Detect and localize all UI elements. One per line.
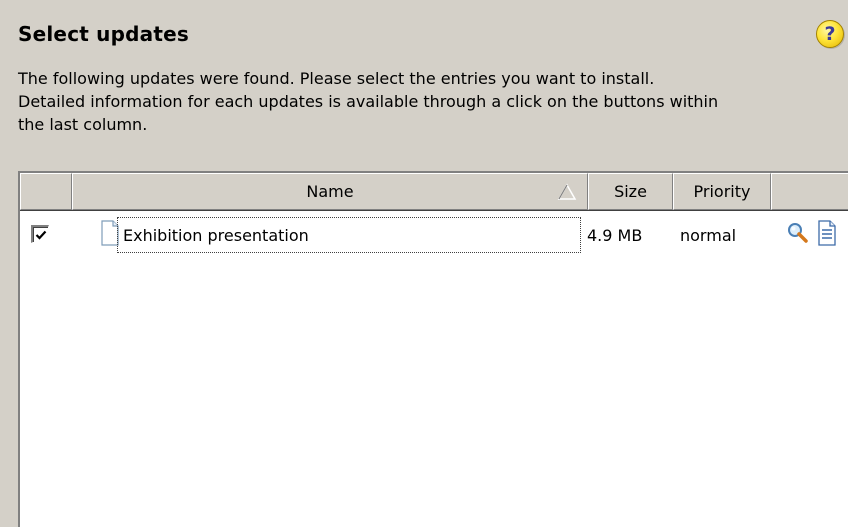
details-document-icon[interactable] xyxy=(817,220,837,246)
column-header-name[interactable]: Name xyxy=(72,173,588,210)
update-priority: normal xyxy=(680,225,737,245)
column-header-size-label: Size xyxy=(614,182,647,201)
column-header-priority[interactable]: Priority xyxy=(673,173,771,210)
update-name: Exhibition presentation xyxy=(123,225,309,245)
instructions-text: The following updates were found. Please… xyxy=(18,69,719,134)
table-row[interactable]: Exhibition presentation 4.9 MB normal xyxy=(20,211,848,257)
update-size: 4.9 MB xyxy=(587,225,643,245)
page-title: Select updates xyxy=(18,22,189,46)
column-header-priority-label: Priority xyxy=(693,182,751,201)
column-header-size[interactable]: Size xyxy=(588,173,673,210)
row-checkbox[interactable] xyxy=(31,225,49,243)
column-header-actions[interactable] xyxy=(771,173,848,210)
checkmark-icon xyxy=(35,230,46,240)
help-glyph: ? xyxy=(824,23,836,45)
search-icon[interactable] xyxy=(785,221,809,245)
update-name-cell[interactable]: Exhibition presentation xyxy=(117,217,581,253)
help-icon[interactable]: ? xyxy=(816,20,844,48)
update-size-cell: 4.9 MB xyxy=(580,217,670,253)
update-priority-cell: normal xyxy=(680,217,736,253)
column-header-select[interactable] xyxy=(20,173,72,210)
column-header-name-label: Name xyxy=(306,182,354,201)
table-header: Name Size Priority xyxy=(20,173,848,211)
sort-ascending-icon xyxy=(557,183,577,200)
updates-table: Name Size Priority Exhibition presentati… xyxy=(18,171,848,527)
